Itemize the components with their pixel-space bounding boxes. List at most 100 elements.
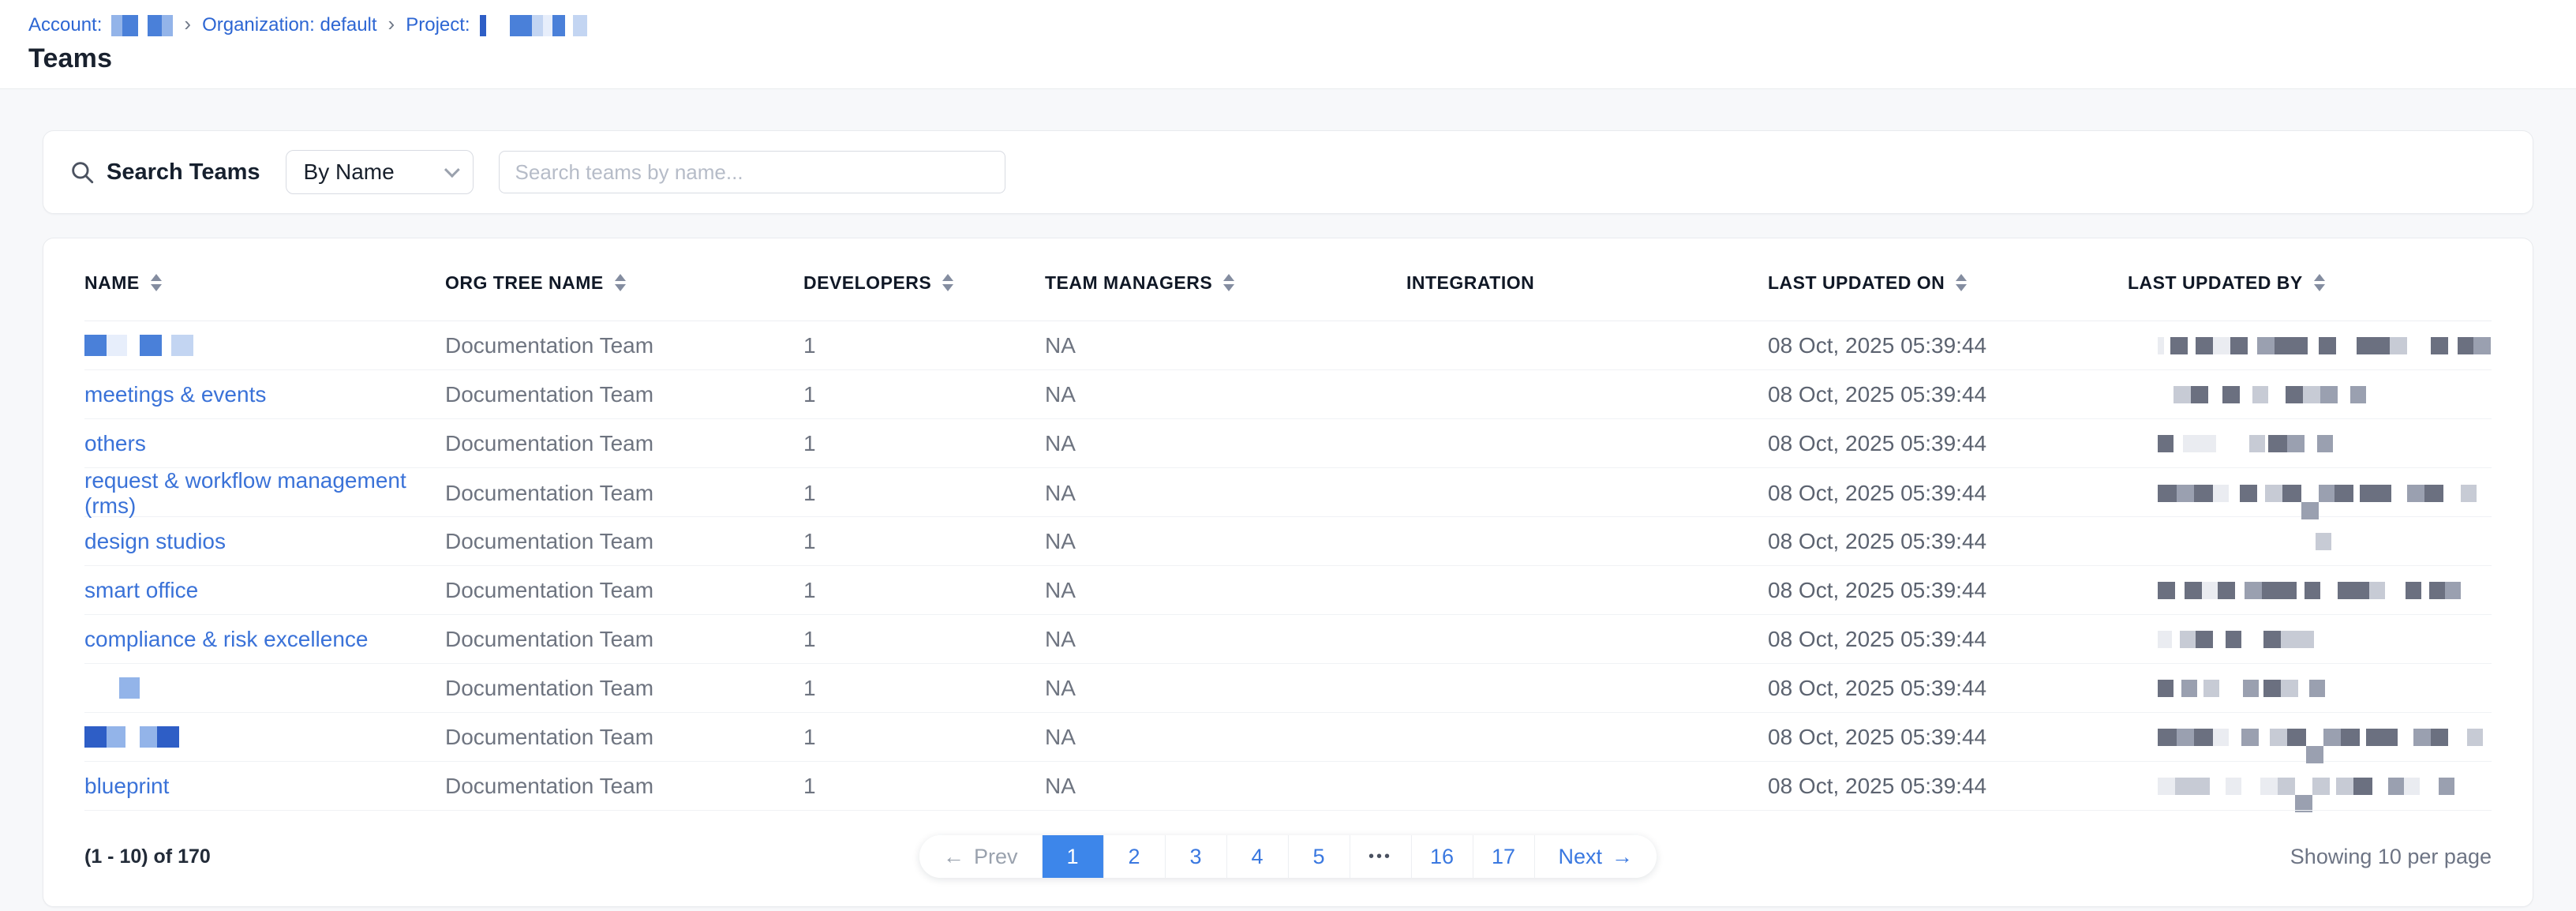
prev-label: Prev (974, 845, 1018, 869)
team-managers-cell: NA (1045, 333, 1406, 358)
team-name-link[interactable]: blueprint (84, 774, 169, 798)
redacted-block (2235, 582, 2245, 599)
pagination-page-3[interactable]: 3 (1166, 835, 1227, 878)
redacted-block (2252, 386, 2268, 403)
redacted-block (2197, 680, 2203, 697)
redacted-block (2286, 386, 2303, 403)
redacted-block (2391, 485, 2407, 502)
redacted-block (2372, 778, 2388, 795)
redacted-block (486, 15, 510, 36)
redacted-block (2249, 435, 2265, 452)
redacted-block (2473, 337, 2491, 354)
sort-icon[interactable] (151, 274, 162, 291)
redacted-block (552, 15, 565, 36)
search-input[interactable] (499, 151, 1005, 193)
pagination-page-2[interactable]: 2 (1104, 835, 1166, 878)
team-name-cell[interactable] (84, 726, 445, 748)
redacted-block (543, 15, 552, 36)
column-header-label: DEVELOPERS (803, 272, 931, 294)
sort-icon[interactable] (2314, 274, 2325, 291)
redacted-block (2268, 435, 2287, 452)
sort-icon[interactable] (942, 274, 953, 291)
redacted-block (162, 335, 171, 356)
table-row: compliance & risk excellenceDocumentatio… (84, 614, 2492, 663)
pagination-page-5[interactable]: 5 (1289, 835, 1350, 878)
redacted-block (2213, 485, 2229, 502)
last-updated-by-cell (2128, 729, 2492, 746)
redacted-block (127, 335, 140, 356)
column-header-name[interactable]: NAME (84, 272, 445, 294)
column-header-developers[interactable]: DEVELOPERS (803, 272, 1045, 294)
redacted-block (2177, 729, 2194, 746)
breadcrumb-account[interactable]: Account: (28, 14, 102, 36)
last-updated-on-cell: 08 Oct, 2025 05:39:44 (1768, 627, 2128, 652)
redacted-block (2275, 337, 2308, 354)
redacted-block (2306, 746, 2323, 763)
developers-cell: 1 (803, 431, 1045, 456)
redacted-block (2413, 729, 2431, 746)
team-managers-cell: NA (1045, 578, 1406, 603)
pagination-next-button[interactable]: Next→ (1535, 835, 1657, 878)
redacted-block (2158, 386, 2174, 403)
pagination-page-1[interactable]: 1 (1043, 835, 1104, 878)
redacted-block (157, 726, 179, 748)
redacted-block (2194, 485, 2213, 502)
org-tree-cell: Documentation Team (445, 382, 803, 407)
org-tree-cell: Documentation Team (445, 774, 803, 799)
redacted-block (140, 726, 157, 748)
redacted-block (2390, 337, 2407, 354)
pagination-page-16[interactable]: 16 (1412, 835, 1473, 878)
redacted-block (2336, 778, 2353, 795)
column-header-last-updated-by[interactable]: LAST UPDATED BY (2128, 272, 2492, 294)
sort-icon[interactable] (1223, 274, 1234, 291)
last-updated-on-cell: 08 Oct, 2025 05:39:44 (1768, 333, 2128, 358)
arrow-right-icon: → (1612, 845, 1633, 869)
table-row: smart officeDocumentation Team1NA08 Oct,… (84, 565, 2492, 614)
org-tree-cell: Documentation Team (445, 725, 803, 750)
team-managers-cell: NA (1045, 431, 1406, 456)
results-range-text: (1 - 10) of 170 (84, 845, 211, 868)
redacted-block (2461, 485, 2477, 502)
org-tree-cell: Documentation Team (445, 481, 803, 506)
breadcrumb-project[interactable]: Project: (406, 14, 470, 36)
breadcrumb-organization[interactable]: Organization: default (202, 14, 376, 36)
pagination-page-4[interactable]: 4 (1227, 835, 1289, 878)
column-header-last-updated-on[interactable]: LAST UPDATED ON (1768, 272, 2128, 294)
team-name-cell: compliance & risk excellence (84, 627, 445, 652)
pagination: ←Prev12345•••1617Next→ (919, 835, 1657, 878)
team-managers-cell: NA (1045, 627, 1406, 652)
table-row: request & workflow management (rms) Docum… (84, 467, 2492, 516)
redacted-block (125, 726, 140, 748)
pagination-prev-button[interactable]: ←Prev (919, 835, 1043, 878)
table-row: meetings & eventsDocumentation Team1NA08… (84, 369, 2492, 418)
redacted-block (2369, 582, 2385, 599)
redacted-block (2317, 435, 2333, 452)
team-name-link[interactable]: smart office (84, 578, 198, 602)
redacted-block (2203, 680, 2219, 697)
last-updated-by-cell (2128, 337, 2492, 354)
redacted-block (2298, 680, 2309, 697)
table-row: design studiosDocumentation Team1NA08 Oc… (84, 516, 2492, 565)
redacted-block (2366, 729, 2398, 746)
org-tree-cell: Documentation Team (445, 578, 803, 603)
sort-icon[interactable] (615, 274, 626, 291)
table-row: Documentation Team1NA08 Oct, 2025 05:39:… (84, 663, 2492, 712)
developers-cell: 1 (803, 676, 1045, 701)
pagination-page-17[interactable]: 17 (1473, 835, 1535, 878)
team-name-link[interactable]: compliance & risk excellence (84, 627, 369, 651)
sort-icon[interactable] (1956, 274, 1967, 291)
developers-cell: 1 (803, 725, 1045, 750)
column-header-team-managers[interactable]: TEAM MANAGERS (1045, 272, 1406, 294)
redacted-block (2316, 533, 2331, 550)
team-name-link[interactable]: design studios (84, 529, 226, 553)
team-name-cell[interactable] (84, 335, 445, 356)
team-name-link[interactable]: others (84, 431, 146, 456)
redacted-block (2404, 778, 2420, 795)
team-name-cell[interactable] (84, 677, 445, 699)
team-name-link[interactable]: request & workflow management (rms) (84, 468, 406, 518)
team-name-link[interactable]: meetings & events (84, 382, 266, 407)
search-filter-select[interactable]: By Name (286, 150, 474, 194)
redacted-block (2185, 582, 2202, 599)
redacted-block (2421, 582, 2429, 599)
column-header-org-tree-name[interactable]: ORG TREE NAME (445, 272, 803, 294)
